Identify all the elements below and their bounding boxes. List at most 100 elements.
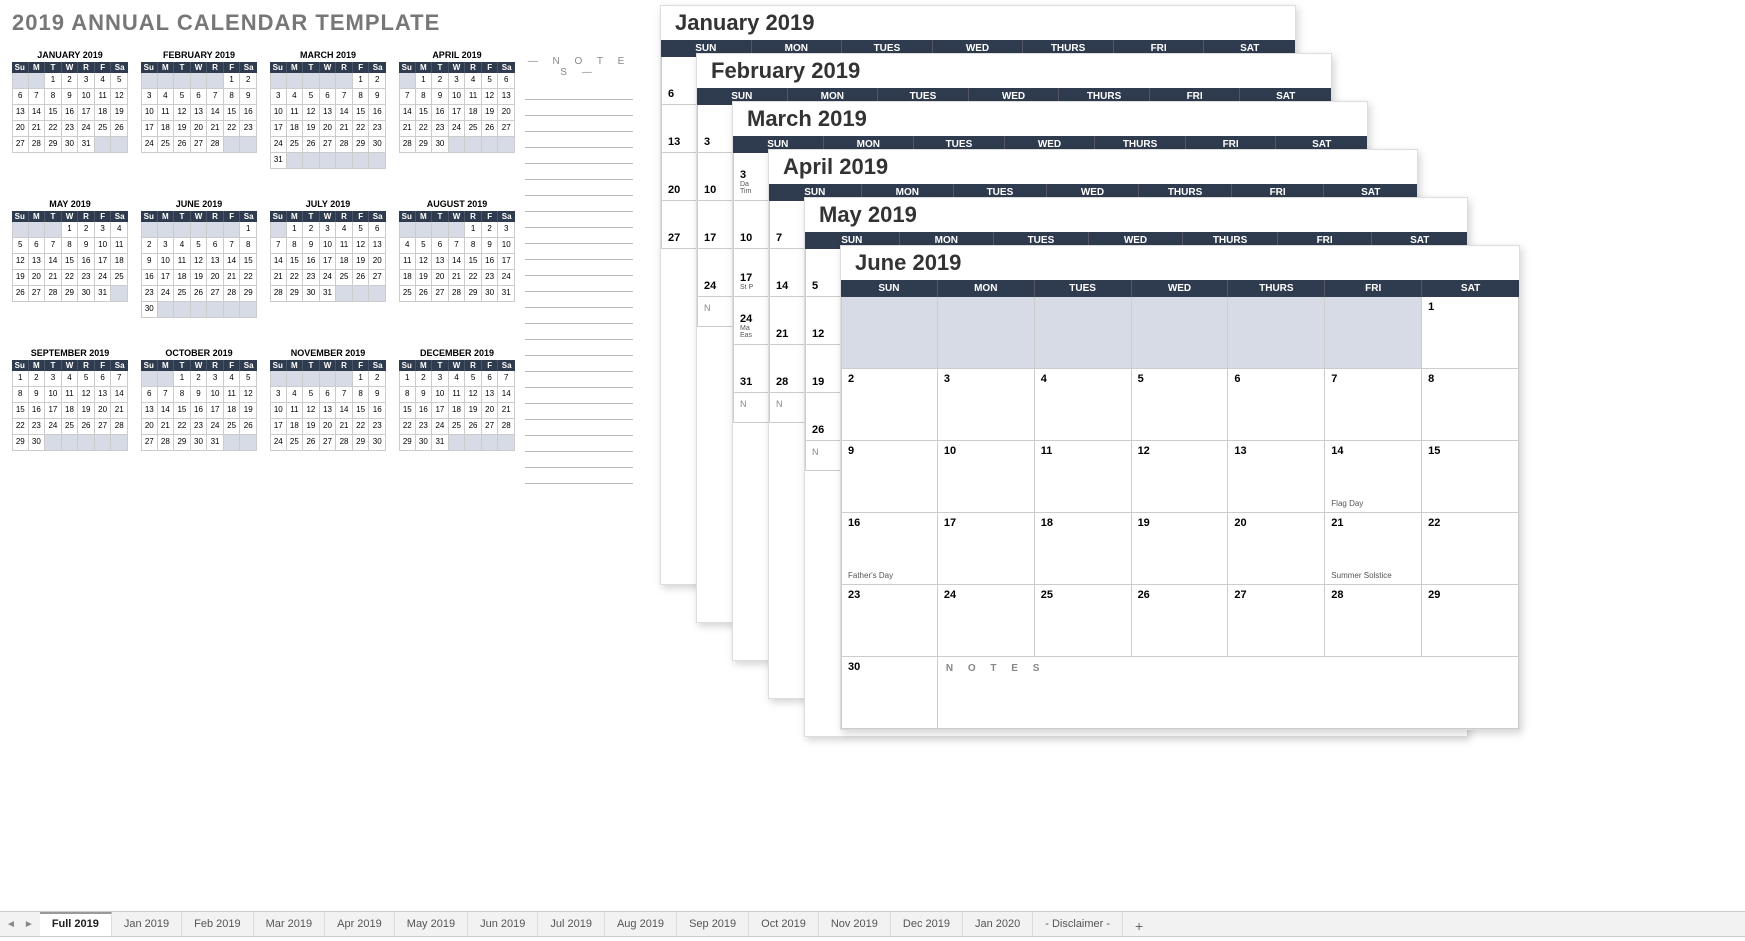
day-cell[interactable]: 21Summer Solstice bbox=[1325, 513, 1422, 585]
notes-line[interactable] bbox=[525, 324, 633, 340]
mini-day-cell: 3 bbox=[78, 73, 95, 89]
sheet-tab[interactable]: Aug 2019 bbox=[605, 912, 677, 936]
notes-line[interactable] bbox=[525, 308, 633, 324]
day-cell[interactable]: 11 bbox=[1035, 441, 1132, 513]
notes-line[interactable] bbox=[525, 276, 633, 292]
day-cell[interactable]: 22 bbox=[1422, 513, 1519, 585]
mini-day-cell: 2 bbox=[432, 73, 449, 89]
mini-month: DECEMBER 2019SuMTWRFSa123456789101112131… bbox=[399, 348, 515, 451]
mini-day-cell: 13 bbox=[95, 387, 112, 403]
mini-day-cell: 17 bbox=[141, 121, 158, 137]
notes-line[interactable] bbox=[525, 292, 633, 308]
notes-line[interactable] bbox=[525, 116, 633, 132]
notes-line[interactable] bbox=[525, 228, 633, 244]
day-cell[interactable]: 9 bbox=[841, 441, 938, 513]
tab-next-icon[interactable]: ► bbox=[24, 919, 34, 930]
day-cell[interactable] bbox=[1228, 297, 1325, 369]
day-cell[interactable]: 18 bbox=[1035, 513, 1132, 585]
sheet-tab[interactable]: Dec 2019 bbox=[891, 912, 963, 936]
notes-line[interactable] bbox=[525, 132, 633, 148]
day-cell[interactable] bbox=[1035, 297, 1132, 369]
notes-line[interactable] bbox=[525, 180, 633, 196]
month-notes-cell[interactable]: N O T E S bbox=[938, 657, 1519, 729]
day-cell[interactable]: 19 bbox=[1132, 513, 1229, 585]
day-cell[interactable]: 17 bbox=[938, 513, 1035, 585]
sheet-tab[interactable]: Jan 2020 bbox=[963, 912, 1033, 936]
day-cell[interactable]: 20 bbox=[1228, 513, 1325, 585]
day-number: 25 bbox=[1041, 589, 1053, 601]
day-cell[interactable]: 24 bbox=[938, 585, 1035, 657]
sheet-tab[interactable]: Jan 2019 bbox=[112, 912, 182, 936]
sheet-tab[interactable]: Oct 2019 bbox=[749, 912, 819, 936]
notes-line[interactable] bbox=[525, 164, 633, 180]
day-cell[interactable]: 5 bbox=[1132, 369, 1229, 441]
event-label: Summer Solstice bbox=[1331, 571, 1391, 580]
notes-line[interactable] bbox=[525, 404, 633, 420]
day-cell[interactable]: 28 bbox=[1325, 585, 1422, 657]
mini-day-cell: 10 bbox=[141, 105, 158, 121]
notes-line[interactable] bbox=[525, 372, 633, 388]
notes-line[interactable] bbox=[525, 388, 633, 404]
notes-line[interactable] bbox=[525, 100, 633, 116]
day-cell[interactable] bbox=[1325, 297, 1422, 369]
day-cell[interactable]: 26 bbox=[1132, 585, 1229, 657]
day-cell[interactable]: 6 bbox=[1228, 369, 1325, 441]
mini-day-cell: 21 bbox=[111, 403, 128, 419]
mini-day-cell: 15 bbox=[62, 254, 79, 270]
notes-line[interactable] bbox=[525, 436, 633, 452]
add-sheet-button[interactable]: + bbox=[1123, 912, 1155, 936]
day-cell[interactable]: 15 bbox=[1422, 441, 1519, 513]
day-cell[interactable] bbox=[841, 297, 938, 369]
day-cell[interactable]: 4 bbox=[1035, 369, 1132, 441]
tab-prev-icon[interactable]: ◄ bbox=[6, 919, 16, 930]
day-cell[interactable] bbox=[1132, 297, 1229, 369]
mini-day-cell: 16 bbox=[303, 254, 320, 270]
day-cell[interactable]: 7 bbox=[1325, 369, 1422, 441]
notes-line[interactable] bbox=[525, 468, 633, 484]
mini-day-cell: 22 bbox=[399, 419, 416, 435]
mini-day-cell: 7 bbox=[449, 238, 466, 254]
notes-line[interactable] bbox=[525, 196, 633, 212]
notes-line[interactable] bbox=[525, 212, 633, 228]
day-cell[interactable]: 2 bbox=[841, 369, 938, 441]
notes-line[interactable] bbox=[525, 148, 633, 164]
day-cell[interactable]: 27 bbox=[1228, 585, 1325, 657]
day-cell[interactable]: 29 bbox=[1422, 585, 1519, 657]
notes-line[interactable] bbox=[525, 420, 633, 436]
mini-dow-label: M bbox=[29, 62, 46, 73]
mini-day-cell: 5 bbox=[78, 371, 95, 387]
notes-line[interactable] bbox=[525, 260, 633, 276]
notes-line[interactable] bbox=[525, 356, 633, 372]
mini-dow-label: F bbox=[95, 62, 112, 73]
day-cell[interactable]: 12 bbox=[1132, 441, 1229, 513]
day-cell[interactable]: 10 bbox=[938, 441, 1035, 513]
month-page-june: June 2019SUNMONTUESWEDTHURSFRISAT1234567… bbox=[840, 245, 1520, 730]
day-cell[interactable]: 8 bbox=[1422, 369, 1519, 441]
sheet-tab[interactable]: Nov 2019 bbox=[819, 912, 891, 936]
sheet-tab[interactable]: - Disclaimer - bbox=[1033, 912, 1123, 936]
day-cell[interactable]: 3 bbox=[938, 369, 1035, 441]
day-cell[interactable]: 25 bbox=[1035, 585, 1132, 657]
partial-week-cell: 24 bbox=[697, 249, 733, 297]
sheet-tab[interactable]: Full 2019 bbox=[40, 912, 112, 936]
notes-line[interactable] bbox=[525, 452, 633, 468]
sheet-tab[interactable]: Sep 2019 bbox=[677, 912, 749, 936]
day-cell[interactable]: 23 bbox=[841, 585, 938, 657]
sheet-tab[interactable]: Apr 2019 bbox=[325, 912, 395, 936]
day-cell[interactable]: 16Father's Day bbox=[841, 513, 938, 585]
mini-day-cell: 7 bbox=[158, 387, 175, 403]
day-cell[interactable]: 14Flag Day bbox=[1325, 441, 1422, 513]
notes-line[interactable] bbox=[525, 340, 633, 356]
sheet-tab[interactable]: Mar 2019 bbox=[254, 912, 325, 936]
notes-line[interactable] bbox=[525, 84, 633, 100]
notes-line[interactable] bbox=[525, 244, 633, 260]
day-cell[interactable]: 1 bbox=[1422, 297, 1519, 369]
day-cell[interactable]: 13 bbox=[1228, 441, 1325, 513]
mini-day-cell: 6 bbox=[95, 371, 112, 387]
sheet-tab[interactable]: Jun 2019 bbox=[468, 912, 538, 936]
day-cell[interactable] bbox=[938, 297, 1035, 369]
sheet-tab[interactable]: Feb 2019 bbox=[182, 912, 253, 936]
sheet-tab[interactable]: May 2019 bbox=[395, 912, 468, 936]
day-cell[interactable]: 30 bbox=[841, 657, 938, 729]
sheet-tab[interactable]: Jul 2019 bbox=[538, 912, 605, 936]
